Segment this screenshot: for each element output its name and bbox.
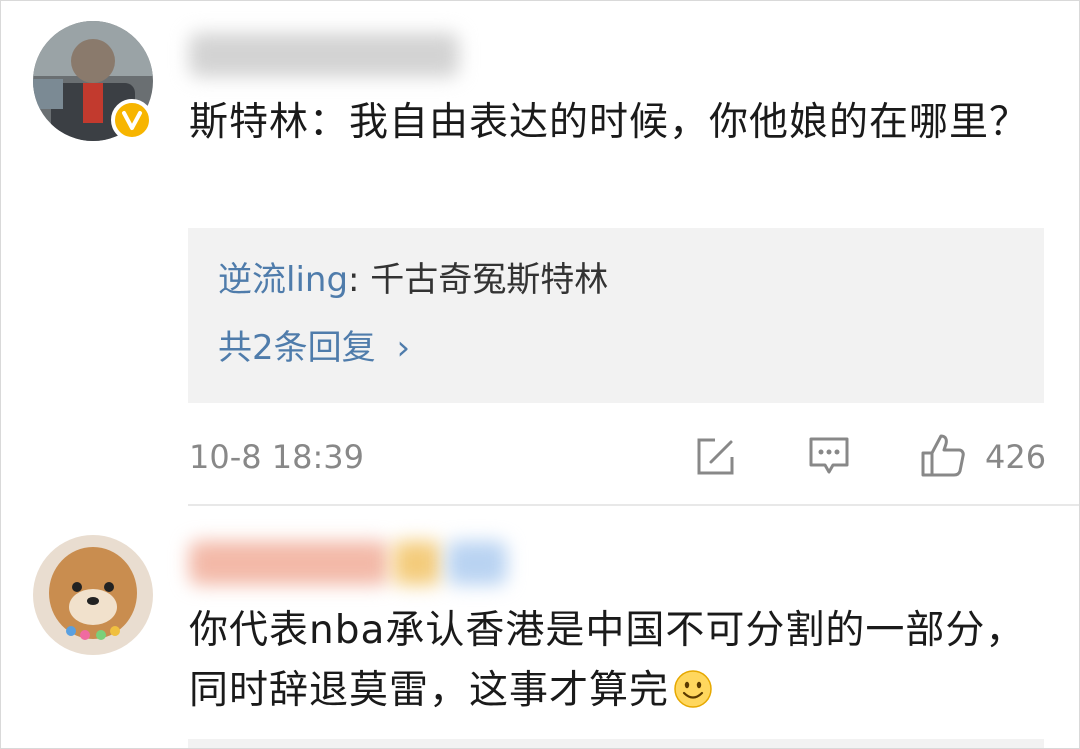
smile-emoji-icon [673, 667, 713, 708]
view-replies-link[interactable]: 共2条回复 › [218, 326, 410, 370]
username-redacted[interactable] [189, 541, 389, 585]
next-reply-box-edge [188, 739, 1044, 748]
reply-separator: : [348, 260, 371, 300]
comment-text: 斯特林：我自由表达的时候，你他娘的在哪里？ [189, 100, 1030, 145]
reply-line: 逆流ling: 千古奇冤斯特林 [218, 258, 608, 302]
reply-username[interactable]: 逆流ling [218, 260, 348, 300]
username-redacted[interactable] [189, 33, 459, 77]
edit-share-icon[interactable] [693, 435, 737, 479]
v-verified-icon [111, 99, 153, 141]
comment-body: 你代表nba承认香港是中国不可分割的一部分，同时辞退莫雷，这事才算完 [189, 608, 1026, 713]
chevron-right-icon: › [396, 328, 411, 368]
view-replies-label: 共2条回复 [218, 328, 376, 368]
comment-text: 你代表nba承认香港是中国不可分割的一部分，同时辞退莫雷，这事才算完 [189, 601, 1049, 721]
avatar[interactable] [33, 535, 153, 655]
weibo-comment-list: 斯特林：我自由表达的时候，你他娘的在哪里？ 逆流ling: 千古奇冤斯特林 共2… [0, 0, 1080, 749]
badge-redacted [393, 541, 441, 585]
thumbs-up-icon[interactable] [919, 431, 967, 479]
reply-text: 千古奇冤斯特林 [370, 260, 609, 300]
badge-redacted [447, 541, 507, 585]
chat-bubble-icon[interactable] [807, 433, 851, 477]
reply-preview[interactable]: 逆流ling: 千古奇冤斯特林 共2条回复 › [188, 228, 1044, 403]
comment-divider [188, 504, 1079, 506]
like-count: 426 [985, 438, 1047, 476]
comment-timestamp: 10-8 18:39 [189, 438, 365, 476]
